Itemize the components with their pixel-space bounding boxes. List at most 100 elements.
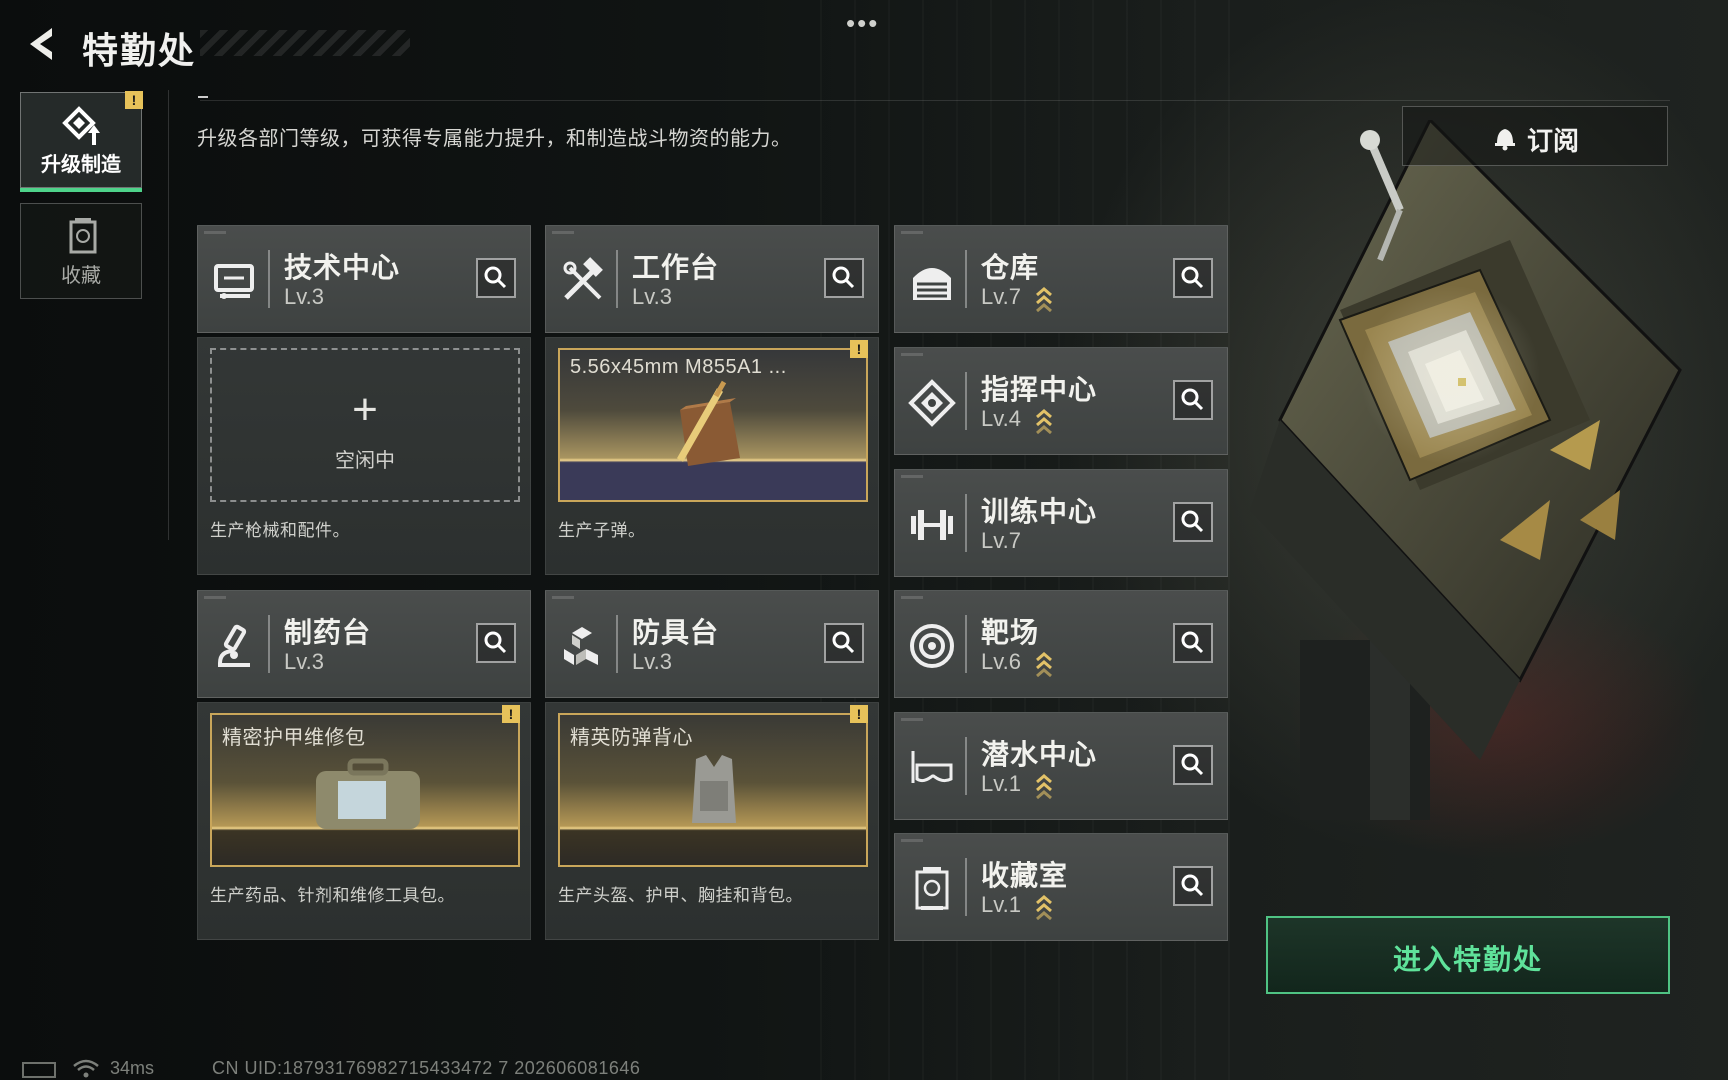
inspect-button[interactable]: [476, 623, 516, 663]
workshop-name: 防具台: [632, 617, 720, 648]
production-slot-active[interactable]: 精密护甲维修包: [210, 713, 520, 867]
inspect-button[interactable]: [476, 258, 516, 298]
search-icon: [1181, 874, 1204, 897]
uid-text: CN UID:18793176982715433472 7 2026060816…: [212, 1058, 641, 1078]
workshop-description: 生产头盔、护甲、胸挂和背包。: [558, 886, 803, 905]
add-icon: +: [352, 385, 378, 434]
diving-mask-icon: [911, 751, 953, 783]
facility-level: Lv.7: [981, 284, 1021, 309]
active-tab-indicator: [20, 188, 142, 192]
special-ops-cube-illustration: [1250, 120, 1682, 820]
divider-mark: [198, 96, 208, 98]
separator: [616, 615, 618, 673]
enter-special-ops-button[interactable]: 进入特勤处: [1266, 916, 1670, 994]
facility-training-center[interactable]: 训练中心 Lv.7: [894, 469, 1228, 577]
target-icon: [910, 624, 954, 668]
search-icon: [832, 631, 855, 654]
workshop-level: Lv.3: [284, 284, 324, 309]
facility-command-center[interactable]: 指挥中心 Lv.4: [894, 347, 1228, 455]
upgrade-available-icon: [1036, 895, 1052, 920]
subscribe-label: 订阅: [1527, 126, 1580, 156]
more-menu-button[interactable]: •••: [846, 8, 879, 39]
workshop-pharmacy[interactable]: 制药台 Lv.3: [197, 590, 531, 698]
upgrade-available-icon: [1036, 287, 1052, 312]
search-icon: [484, 631, 507, 654]
divider: [200, 100, 1670, 101]
facility-warehouse[interactable]: 仓库 Lv.7: [894, 225, 1228, 333]
workshop-description: 生产子弹。: [558, 521, 646, 540]
workshop-tech-center[interactable]: 技术中心 Lv.3: [197, 225, 531, 333]
workshop-workbench[interactable]: 工作台 Lv.3: [545, 225, 879, 333]
corner-decoration: [901, 353, 923, 356]
search-icon: [1181, 266, 1204, 289]
workshop-workbench-panel: 5.56x45mm M855A1 ... ! 生产子弹。: [545, 337, 879, 575]
facility-level: Lv.1: [981, 892, 1021, 917]
collection-icon: [69, 218, 97, 254]
alert-badge: !: [850, 705, 868, 723]
workshop-armor-bench-panel: 精英防弹背心 ! 生产头盔、护甲、胸挂和背包。: [545, 702, 879, 940]
pharmacy-icon: [218, 624, 250, 667]
inspect-button[interactable]: [1173, 502, 1213, 542]
workshop-level: Lv.3: [284, 649, 324, 674]
separator: [965, 737, 967, 795]
corner-decoration: [901, 475, 923, 478]
separator: [965, 372, 967, 430]
facility-name: 仓库: [981, 252, 1040, 283]
ping-readout: 34ms: [110, 1058, 155, 1078]
armor-bench-icon: [564, 627, 598, 665]
corner-decoration: [901, 596, 923, 599]
page-title: 特勤处: [82, 30, 197, 71]
corner-decoration: [552, 231, 574, 234]
workshop-pharmacy-panel: 精密护甲维修包 ! 生产药品、针剂和维修工具包。: [197, 702, 531, 940]
back-arrow-icon[interactable]: [18, 22, 62, 66]
tab-collection[interactable]: 收藏: [20, 203, 142, 299]
alert-badge: !: [850, 340, 868, 358]
corner-decoration: [204, 596, 226, 599]
tab-upgrade-craft-label: 升级制造: [41, 154, 121, 176]
page-description: 升级各部门等级，可获得专属能力提升，和制造战斗物资的能力。: [197, 128, 792, 150]
bell-icon: [1495, 129, 1515, 151]
upgrade-available-icon: [1036, 409, 1052, 434]
facility-name: 靶场: [981, 617, 1040, 648]
production-slot-idle[interactable]: + 空闲中: [210, 348, 520, 502]
facility-name: 训练中心: [981, 496, 1098, 527]
search-icon: [1181, 631, 1204, 654]
facility-collection-room[interactable]: 收藏室 Lv.1: [894, 833, 1228, 941]
inspect-button[interactable]: [1173, 866, 1213, 906]
facility-diving-center[interactable]: 潜水中心 Lv.1: [894, 712, 1228, 820]
inspect-button[interactable]: [1173, 258, 1213, 298]
workbench-icon: [563, 257, 603, 300]
separator: [268, 615, 270, 673]
production-slot-active[interactable]: 精英防弹背心: [558, 713, 868, 867]
production-item-name: 精密护甲维修包: [222, 727, 366, 749]
inspect-button[interactable]: [824, 258, 864, 298]
separator: [965, 858, 967, 916]
inspect-button[interactable]: [1173, 623, 1213, 663]
command-center-icon: [908, 379, 956, 427]
search-icon: [832, 266, 855, 289]
facility-name: 指挥中心: [981, 374, 1098, 405]
inspect-button[interactable]: [1173, 380, 1213, 420]
facility-shooting-range[interactable]: 靶场 Lv.6: [894, 590, 1228, 698]
subscribe-button[interactable]: 订阅: [1402, 106, 1668, 166]
corner-decoration: [901, 231, 923, 234]
inspect-button[interactable]: [824, 623, 864, 663]
warehouse-icon: [913, 268, 951, 300]
corner-decoration: [901, 839, 923, 842]
battery-icon: [22, 1062, 56, 1078]
production-slot-active[interactable]: 5.56x45mm M855A1 ...: [558, 348, 868, 502]
facility-level: Lv.4: [981, 406, 1021, 431]
workshop-armor-bench[interactable]: 防具台 Lv.3: [545, 590, 879, 698]
search-icon: [1181, 510, 1204, 533]
corner-decoration: [552, 596, 574, 599]
search-icon: [484, 266, 507, 289]
dumbbell-icon: [911, 510, 953, 540]
workshop-name: 制药台: [284, 617, 372, 648]
special-ops-screen: 特勤处 ••• 升级各部门等级，可获得专属能力提升，和制造战斗物资的能力。 升级…: [0, 0, 1728, 1080]
workshop-level: Lv.3: [632, 284, 672, 309]
facility-level: Lv.6: [981, 649, 1021, 674]
tech-center-icon: [214, 264, 254, 299]
alert-badge: !: [125, 91, 143, 109]
inspect-button[interactable]: [1173, 745, 1213, 785]
tab-upgrade-craft[interactable]: 升级制造 !: [20, 91, 143, 192]
